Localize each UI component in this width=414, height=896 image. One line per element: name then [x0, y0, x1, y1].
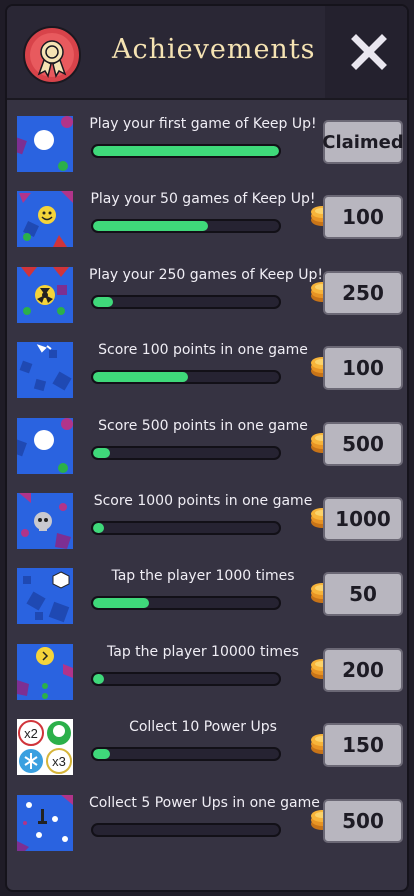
progress-fill	[93, 221, 209, 232]
claim-reward-button[interactable]: 200	[323, 647, 403, 692]
claim-reward-button[interactable]: 500	[323, 421, 403, 466]
progress-bar	[91, 219, 281, 234]
achievement-label: Play your 50 games of Keep Up!	[90, 191, 316, 208]
smiley-ball-icon	[17, 191, 73, 248]
x3-text: x3	[52, 754, 66, 769]
claim-reward-button[interactable]: 100	[323, 346, 403, 391]
achievement-label: Score 1000 points in one game	[93, 493, 313, 509]
achievement-row: Collect 5 Power Ups in one game 500	[17, 793, 403, 853]
achievement-label: Play your 250 games of Keep Up!	[89, 266, 323, 283]
progress-fill	[93, 523, 105, 533]
achievement-row: Score 100 points in one game 100	[17, 340, 403, 400]
achievement-row: Play your first game of Keep Up! Claimed	[17, 114, 404, 174]
claim-reward-button[interactable]: 50	[323, 572, 403, 617]
lightbulb-ball-icon	[17, 643, 73, 700]
achievement-row: Tap the player 10000 times 200	[17, 642, 403, 702]
ball-icon	[17, 116, 73, 172]
medal-icon	[23, 26, 81, 84]
progress-bar	[91, 822, 281, 837]
sword-ball-icon	[17, 794, 73, 851]
page-title: Achievements	[112, 34, 316, 65]
progress-bar	[91, 521, 281, 535]
progress-fill	[93, 749, 110, 760]
progress-fill	[93, 598, 149, 609]
claimed-button[interactable]: Claimed	[322, 120, 404, 164]
achievement-label: Score 500 points in one game	[98, 417, 308, 434]
achievement-label: Collect 10 Power Ups	[129, 719, 277, 736]
progress-bar	[91, 596, 281, 611]
progress-fill	[93, 673, 105, 684]
claim-reward-button[interactable]: 100	[323, 195, 403, 240]
progress-bar	[91, 671, 281, 686]
skull-ball-icon	[17, 493, 73, 549]
power-ups-icon: x2 x3	[17, 719, 73, 776]
achievement-row: x2 x3 Collect 10 Power Ups 150	[17, 717, 403, 777]
achievements-panel: Achievements Play your first game of Kee…	[5, 4, 409, 892]
radioactive-ball-icon	[17, 266, 73, 323]
progress-fill	[93, 146, 279, 156]
progress-fill	[93, 296, 114, 307]
x2-text: x2	[24, 726, 38, 741]
progress-bar	[91, 445, 281, 460]
progress-bar	[91, 747, 281, 762]
hexagon-ball-icon	[17, 568, 73, 625]
achievement-label: Collect 5 Power Ups in one game	[89, 794, 320, 811]
achievement-label: Tap the player 1000 times	[111, 568, 295, 585]
claim-reward-button[interactable]: 500	[323, 798, 403, 843]
achievement-row: Play your 250 games of Keep Up! 250	[17, 265, 403, 325]
broken-ball-icon	[17, 342, 73, 399]
progress-fill	[93, 372, 188, 383]
progress-bar	[91, 294, 281, 309]
achievement-label: Score 100 points in one game	[98, 342, 308, 359]
achievement-row: Score 500 points in one game 500	[17, 416, 403, 476]
achievement-row: Tap the player 1000 times 50	[17, 566, 403, 626]
header: Achievements	[7, 6, 407, 100]
ball-icon	[17, 417, 73, 474]
claim-reward-button[interactable]: 150	[323, 723, 403, 768]
achievement-row: Play your 50 games of Keep Up! 100	[17, 189, 403, 249]
claim-reward-button[interactable]: 1000	[323, 497, 403, 541]
achievement-label: Play your first game of Keep Up!	[89, 116, 317, 132]
progress-bar	[91, 370, 281, 385]
close-icon[interactable]	[351, 34, 387, 70]
achievement-row: Score 1000 points in one game 1000	[17, 491, 403, 551]
achievement-label: Tap the player 10000 times	[107, 643, 299, 660]
progress-bar	[91, 144, 281, 158]
claim-reward-button[interactable]: 250	[323, 270, 403, 315]
progress-fill	[93, 447, 110, 458]
